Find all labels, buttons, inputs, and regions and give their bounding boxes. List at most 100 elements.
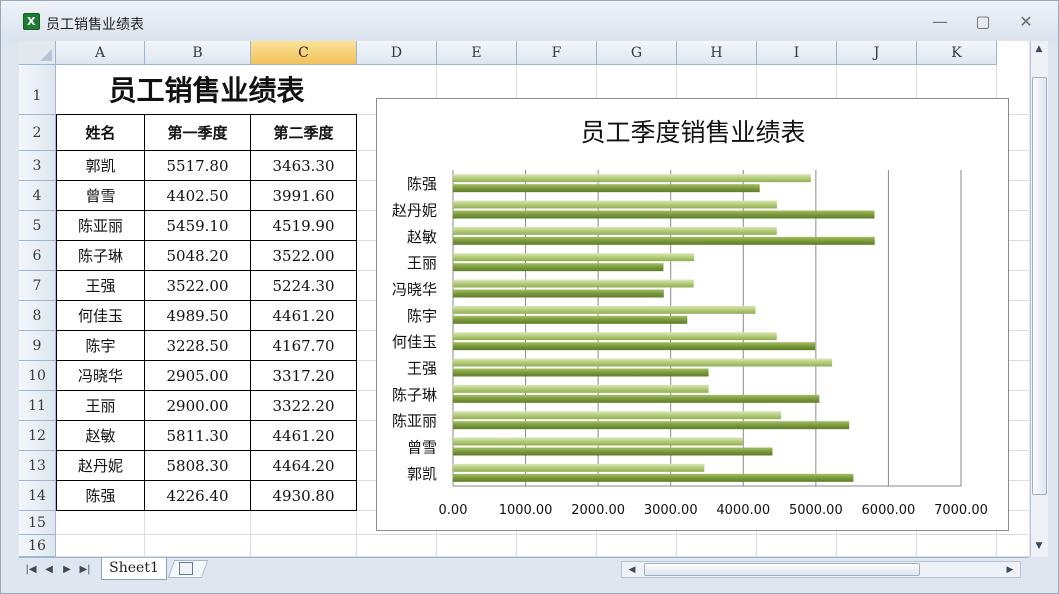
column-header-g[interactable]: G xyxy=(597,41,677,65)
vertical-scrollbar[interactable]: ▲ ▼ xyxy=(1030,41,1048,557)
prev-sheet-icon[interactable]: ◀ xyxy=(41,561,57,579)
table-cell-value[interactable]: 5459.10 xyxy=(145,211,251,241)
y-category-label: 曾雪 xyxy=(407,439,437,457)
table-cell-value[interactable]: 3522.00 xyxy=(251,241,357,271)
column-header-i[interactable]: I xyxy=(757,41,837,65)
bar-q1 xyxy=(453,342,816,351)
table-cell-value[interactable]: 4167.70 xyxy=(251,331,357,361)
minimize-button[interactable]: — xyxy=(926,11,954,33)
row-header-7[interactable]: 7 xyxy=(19,271,56,301)
sheet-tab-sheet1[interactable]: Sheet1 xyxy=(101,558,167,580)
row-header-15[interactable]: 15 xyxy=(19,511,56,535)
x-tick-label: 1000.00 xyxy=(499,503,553,518)
table-cell-value[interactable]: 3228.50 xyxy=(145,331,251,361)
column-header-b[interactable]: B xyxy=(145,41,251,65)
table-cell-value[interactable]: 3522.00 xyxy=(145,271,251,301)
bar-q1 xyxy=(453,236,875,245)
bar-q2 xyxy=(453,279,694,288)
table-cell-name[interactable]: 陈子琳 xyxy=(56,241,145,271)
table-cell-value[interactable]: 3463.30 xyxy=(251,151,357,181)
table-cell-name[interactable]: 陈亚丽 xyxy=(56,211,145,241)
bar-q2 xyxy=(453,226,777,235)
table-header-cell[interactable]: 第一季度 xyxy=(145,115,251,151)
row-header-9[interactable]: 9 xyxy=(19,331,56,361)
row-header-8[interactable]: 8 xyxy=(19,301,56,331)
bar-chart[interactable]: 员工季度销售业绩表 0.00 1000.00 2000.00 3000.00 4000.0… xyxy=(376,98,1009,531)
table-cell-name[interactable]: 郭凯 xyxy=(56,151,145,181)
table-cell-value[interactable]: 3317.20 xyxy=(251,361,357,391)
row-header-4[interactable]: 4 xyxy=(19,181,56,211)
table-cell-name[interactable]: 冯晓华 xyxy=(56,361,145,391)
row-header-5[interactable]: 5 xyxy=(19,211,56,241)
bar-q1 xyxy=(453,368,709,377)
table-cell-name[interactable]: 王丽 xyxy=(56,391,145,421)
row-header-16[interactable]: 16 xyxy=(19,535,56,557)
table-cell-name[interactable]: 王强 xyxy=(56,271,145,301)
maximize-button[interactable]: ▢ xyxy=(969,11,997,33)
table-cell-value[interactable]: 5811.30 xyxy=(145,421,251,451)
table-cell-value[interactable]: 5224.30 xyxy=(251,271,357,301)
table-cell-value[interactable]: 4519.90 xyxy=(251,211,357,241)
row-header-14[interactable]: 14 xyxy=(19,481,56,511)
table-cell-name[interactable]: 曾雪 xyxy=(56,181,145,211)
row-header-11[interactable]: 11 xyxy=(19,391,56,421)
column-header-a[interactable]: A xyxy=(56,41,145,65)
excel-window: 员工销售业绩表 — ▢ ✕ ABCDEFGHIJK 12345678910111… xyxy=(0,0,1059,594)
table-cell-value[interactable]: 4226.40 xyxy=(145,481,251,511)
select-all-corner[interactable] xyxy=(19,41,56,65)
table-cell-value[interactable]: 4461.20 xyxy=(251,421,357,451)
bar-q1 xyxy=(453,421,850,430)
table-header-cell[interactable]: 第二季度 xyxy=(251,115,357,151)
scroll-left-icon[interactable]: ◀ xyxy=(624,562,640,578)
table-cell-value[interactable]: 5517.80 xyxy=(145,151,251,181)
table-cell-name[interactable]: 陈强 xyxy=(56,481,145,511)
scroll-down-icon[interactable]: ▼ xyxy=(1031,538,1047,554)
horizontal-scrollbar[interactable]: ◀ ▶ xyxy=(621,561,1021,578)
column-header-k[interactable]: K xyxy=(917,41,997,65)
column-header-f[interactable]: F xyxy=(517,41,597,65)
table-cell-name[interactable]: 何佳玉 xyxy=(56,301,145,331)
table-cell-value[interactable]: 4402.50 xyxy=(145,181,251,211)
table-cell-value[interactable]: 4461.20 xyxy=(251,301,357,331)
close-button[interactable]: ✕ xyxy=(1012,11,1040,33)
table-cell-value[interactable]: 3322.20 xyxy=(251,391,357,421)
column-header-e[interactable]: E xyxy=(437,41,517,65)
chart-canvas: 员工季度销售业绩表 0.00 1000.00 2000.00 3000.00 4000.0… xyxy=(392,118,988,518)
worksheet-grid[interactable]: ABCDEFGHIJK 1 2 3 4 5 6 7 8 9 10 11 12 13 14 15 16 员工销售… xyxy=(19,41,1029,557)
row-header-2[interactable]: 2 xyxy=(19,115,56,151)
horizontal-scroll-thumb[interactable] xyxy=(644,563,920,576)
last-sheet-icon[interactable]: ▶| xyxy=(77,561,93,579)
excel-app-icon[interactable] xyxy=(23,13,40,30)
vertical-scroll-thumb[interactable] xyxy=(1032,77,1047,495)
insert-sheet-icon xyxy=(179,562,193,575)
column-header-j[interactable]: J xyxy=(837,41,917,65)
table-title[interactable]: 员工销售业绩表 xyxy=(56,66,357,115)
row-header-3[interactable]: 3 xyxy=(19,151,56,181)
table-cell-value[interactable]: 4464.20 xyxy=(251,451,357,481)
table-cell-name[interactable]: 赵丹妮 xyxy=(56,451,145,481)
table-cell-name[interactable]: 陈宇 xyxy=(56,331,145,361)
bar-q2 xyxy=(453,253,695,262)
row-header-12[interactable]: 12 xyxy=(19,421,56,451)
table-cell-value[interactable]: 5808.30 xyxy=(145,451,251,481)
scroll-up-icon[interactable]: ▲ xyxy=(1031,41,1047,57)
column-header-d[interactable]: D xyxy=(357,41,437,65)
row-header-6[interactable]: 6 xyxy=(19,241,56,271)
table-cell-value[interactable]: 4930.80 xyxy=(251,481,357,511)
row-header-1[interactable]: 1 xyxy=(19,65,56,115)
table-cell-value[interactable]: 3991.60 xyxy=(251,181,357,211)
row-header-10[interactable]: 10 xyxy=(19,361,56,391)
table-cell-value[interactable]: 5048.20 xyxy=(145,241,251,271)
table-cell-value[interactable]: 2900.00 xyxy=(145,391,251,421)
table-cell-value[interactable]: 4989.50 xyxy=(145,301,251,331)
next-sheet-icon[interactable]: ▶ xyxy=(59,561,75,579)
table-cell-value[interactable]: 2905.00 xyxy=(145,361,251,391)
column-header-h[interactable]: H xyxy=(677,41,757,65)
scroll-right-icon[interactable]: ▶ xyxy=(1002,562,1018,578)
column-header-c[interactable]: C xyxy=(251,41,357,65)
row-header-13[interactable]: 13 xyxy=(19,451,56,481)
table-header-cell[interactable]: 姓名 xyxy=(56,115,145,151)
table-cell-name[interactable]: 赵敏 xyxy=(56,421,145,451)
bar-q2 xyxy=(453,384,709,393)
first-sheet-icon[interactable]: |◀ xyxy=(23,561,39,579)
